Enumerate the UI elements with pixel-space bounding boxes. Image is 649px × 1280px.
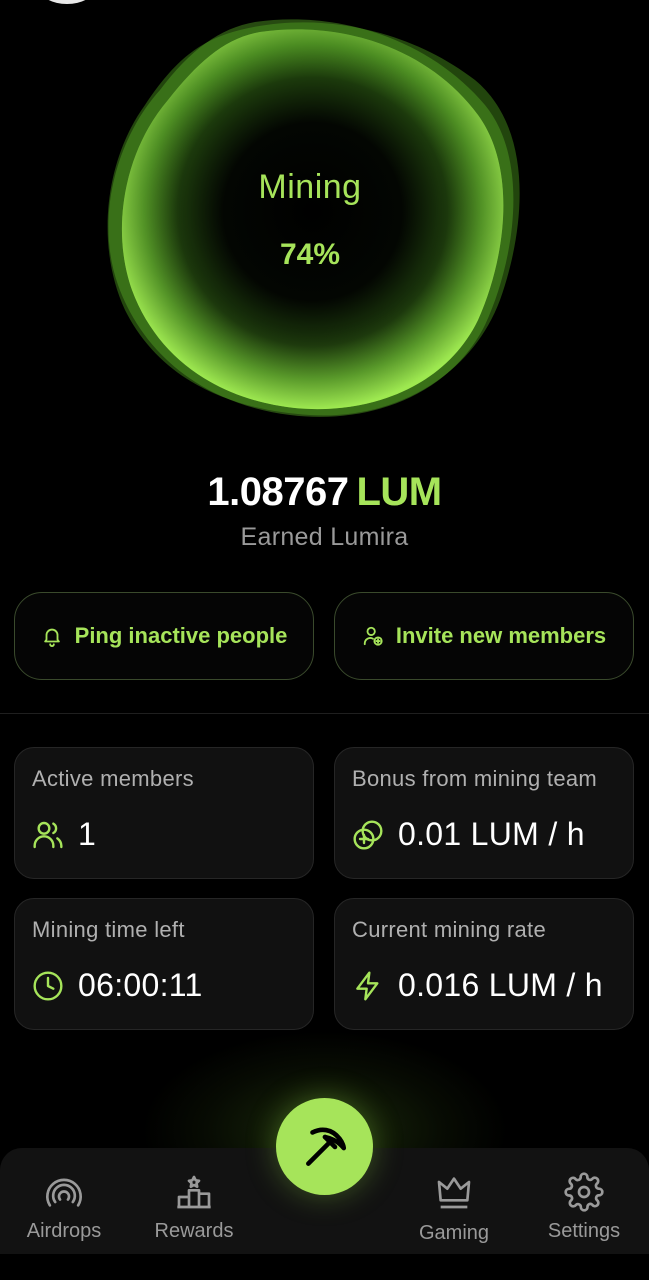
crown-icon (437, 1177, 471, 1209)
mine-button[interactable] (276, 1098, 373, 1195)
nav-label: Gaming (418, 1222, 490, 1244)
mining-progress-orb[interactable]: Mining 74% (90, 10, 530, 430)
ping-inactive-label: Ping inactive people (74, 623, 288, 648)
divider (0, 713, 649, 714)
mining-percent: 74% (279, 238, 341, 271)
nav-item-settings[interactable]: Settings (534, 1148, 634, 1254)
ping-inactive-button[interactable]: Ping inactive people (14, 592, 314, 680)
card-value: 0.01 LUM / h (398, 816, 585, 852)
avatar[interactable] (40, 0, 94, 4)
nav-label: Airdrops (26, 1220, 102, 1242)
mining-label: Mining (258, 168, 362, 206)
users-icon (33, 821, 63, 848)
coins-icon (353, 819, 383, 850)
invite-members-button[interactable]: Invite new members (334, 592, 634, 680)
earned-amount: 1.08767 LUM (0, 470, 649, 515)
nav-label: Rewards (154, 1220, 234, 1242)
mining-time-card: Mining time left 06:00:11 (14, 898, 314, 1030)
earned-currency: LUM (356, 470, 442, 514)
nav-item-gaming[interactable]: Gaming (404, 1148, 504, 1254)
card-title: Mining time left (32, 917, 185, 942)
gear-icon (564, 1172, 604, 1212)
podium-icon (177, 1175, 211, 1209)
active-members-card: Active members 1 (14, 747, 314, 879)
mining-orb-graphic (107, 19, 520, 417)
card-value: 1 (78, 816, 97, 852)
card-value: 06:00:11 (78, 967, 203, 1003)
invite-members-label: Invite new members (395, 623, 607, 648)
nav-label: Settings (547, 1220, 621, 1242)
mining-screen: Mining 74% 1.08767 LUM Earned Lumira Ping… (0, 0, 649, 1280)
card-title: Bonus from mining team (352, 766, 598, 791)
earned-section: 1.08767 LUM Earned Lumira (0, 470, 649, 552)
nav-item-rewards[interactable]: Rewards (144, 1148, 244, 1254)
mining-rate-card: Current mining rate 0.016 LUM / h (334, 898, 634, 1030)
earned-subtitle: Earned Lumira (240, 523, 409, 551)
user-add-icon (363, 626, 383, 646)
earned-value: 1.08767 (207, 470, 349, 514)
card-title: Active members (32, 766, 194, 791)
pickaxe-icon (305, 1127, 346, 1166)
nav-item-airdrops[interactable]: Airdrops (14, 1148, 114, 1254)
card-title: Current mining rate (352, 917, 546, 942)
airdrop-icon (46, 1178, 82, 1207)
bell-icon (43, 628, 60, 647)
clock-icon (33, 970, 63, 1001)
card-value: 0.016 LUM / h (398, 967, 603, 1003)
lightning-icon (356, 970, 379, 1001)
bonus-team-card: Bonus from mining team 0.01 LUM / h (334, 747, 634, 879)
